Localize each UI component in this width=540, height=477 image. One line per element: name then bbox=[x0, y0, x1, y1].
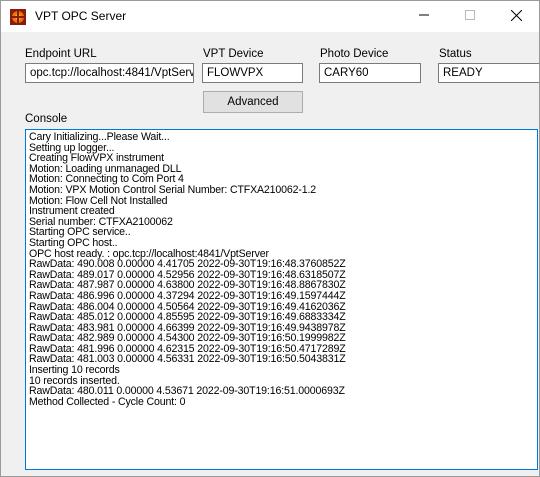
status-label: Status bbox=[439, 48, 472, 60]
minimize-icon bbox=[419, 10, 429, 23]
app-window: VPT OPC Server Endpoint URL opc.tcp://lo… bbox=[0, 0, 540, 477]
photo-device-label: Photo Device bbox=[320, 48, 389, 60]
title-bar[interactable]: VPT OPC Server bbox=[1, 1, 539, 32]
console-line: Method Collected - Cycle Count: 0 bbox=[29, 395, 186, 408]
app-icon bbox=[10, 9, 26, 25]
console-line: Motion: VPX Motion Control Serial Number… bbox=[29, 183, 317, 196]
window-title: VPT OPC Server bbox=[35, 9, 127, 23]
close-button[interactable] bbox=[493, 1, 539, 32]
endpoint-url-label: Endpoint URL bbox=[25, 48, 97, 60]
maximize-button[interactable] bbox=[447, 1, 493, 32]
endpoint-url-field[interactable]: opc.tcp://localhost:4841/VptServ bbox=[25, 63, 194, 83]
console-output[interactable]: Cary Initializing...Please Wait... Setti… bbox=[25, 129, 538, 470]
minimize-button[interactable] bbox=[401, 1, 447, 32]
maximize-icon bbox=[465, 10, 475, 23]
vpt-device-field[interactable]: FLOWVPX bbox=[202, 63, 303, 83]
status-field[interactable]: READY bbox=[438, 63, 539, 83]
console-line: Cary Initializing...Please Wait... bbox=[29, 131, 170, 143]
vpt-device-label: VPT Device bbox=[203, 48, 264, 60]
close-icon bbox=[510, 9, 522, 24]
console-label: Console bbox=[25, 113, 68, 125]
console-line: Starting OPC host.. bbox=[29, 236, 118, 249]
advanced-button[interactable]: Advanced bbox=[203, 91, 303, 113]
console-line: RawData: 486.996 0.00000 4.37294 2022-09… bbox=[29, 289, 346, 302]
photo-device-field[interactable]: CARY60 bbox=[319, 63, 421, 83]
